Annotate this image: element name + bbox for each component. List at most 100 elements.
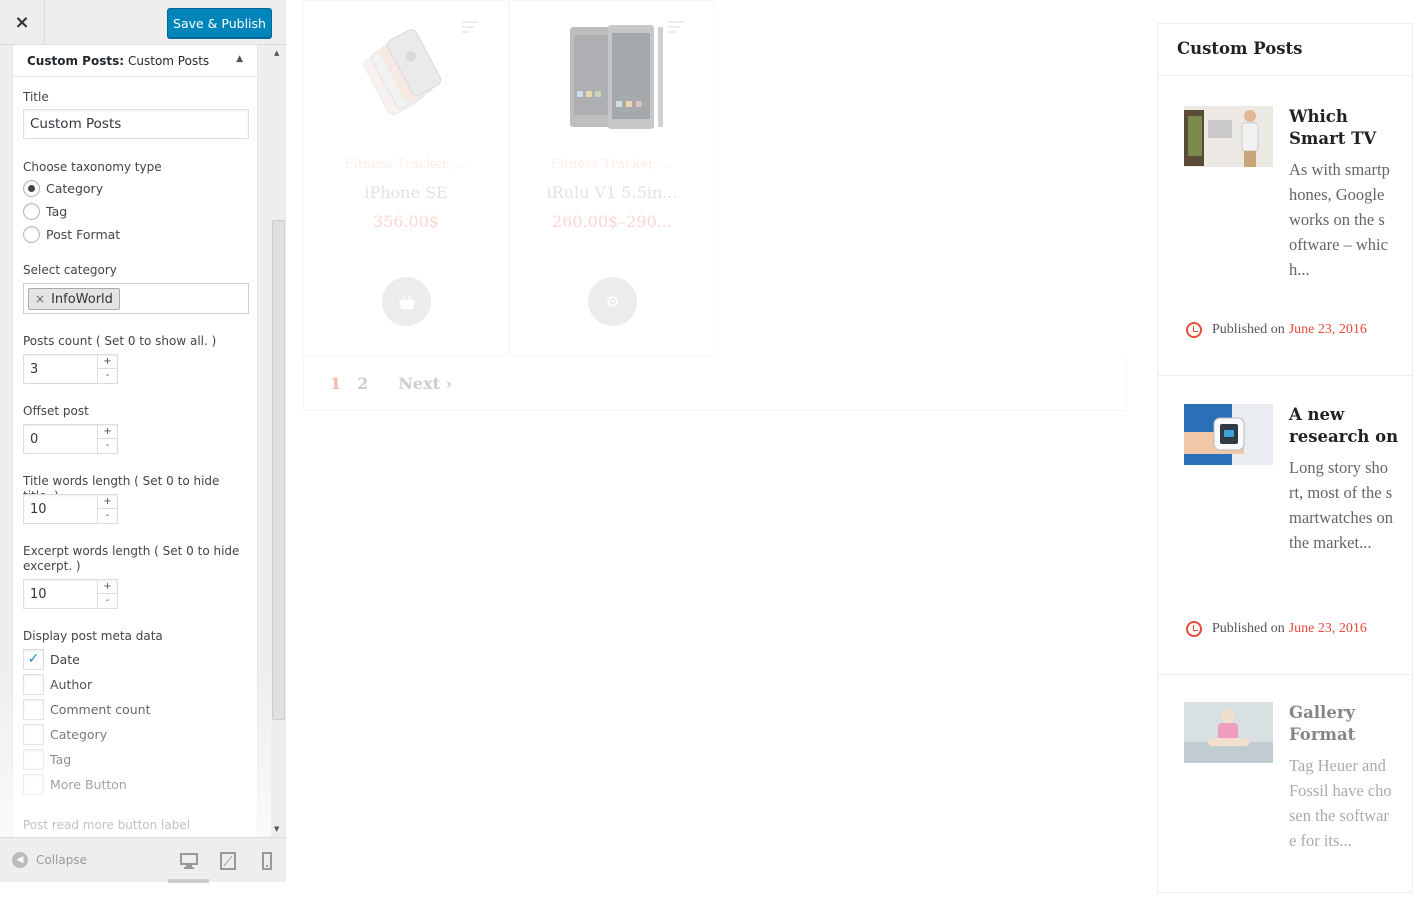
checkbox-label: Date	[50, 651, 80, 667]
title-input[interactable]: Custom Posts	[23, 109, 249, 139]
scroll-down-arrow-icon[interactable]: ▼	[274, 825, 279, 833]
radio-category[interactable]: Category	[23, 178, 103, 198]
increment-button[interactable]: +	[98, 425, 117, 439]
post-title[interactable]: A new research on	[1289, 404, 1399, 448]
checkbox[interactable]	[23, 748, 44, 770]
select-options-button[interactable]: ⚙	[588, 277, 637, 326]
meta-comment-count-option[interactable]: Comment count	[23, 698, 150, 720]
radio-button[interactable]	[23, 179, 40, 197]
scrollbar[interactable]: ▲ ▼	[271, 45, 286, 837]
decrement-button[interactable]: -	[98, 369, 117, 383]
product-card[interactable]: Fitness Tracker, ... iPhone SE 356.00$	[303, 0, 509, 356]
customizer-header: × Save & Publish	[0, 0, 286, 45]
radio-post-format[interactable]: Post Format	[23, 224, 120, 244]
excerpt-words-input[interactable]: 10 + -	[23, 579, 118, 609]
meta-category-option[interactable]: Category	[23, 723, 107, 745]
published-label: Published on	[1212, 621, 1285, 636]
section-title: Custom Posts	[128, 53, 210, 68]
post-thumbnail[interactable]	[1184, 404, 1273, 465]
product-image[interactable]	[344, 21, 469, 133]
stepper: + -	[97, 495, 117, 523]
radio-label: Tag	[46, 203, 68, 219]
post-thumbnail[interactable]	[1184, 106, 1273, 167]
collapse-button[interactable]: ◀ Collapse	[12, 852, 87, 868]
offset-input[interactable]: 0 + -	[23, 424, 118, 454]
meta-more-button-option[interactable]: More Button	[23, 773, 127, 795]
clock-icon	[1186, 621, 1202, 637]
remove-chip-icon[interactable]: ×	[35, 292, 45, 306]
increment-button[interactable]: +	[98, 355, 117, 369]
scrollbar-thumb[interactable]	[272, 220, 285, 720]
clock-icon	[1186, 322, 1202, 338]
decrement-button[interactable]: -	[98, 509, 117, 523]
stepper: + -	[97, 580, 117, 608]
meta-tag-option[interactable]: Tag	[23, 748, 71, 770]
title-label: Title	[23, 90, 49, 104]
next-page-link[interactable]: Next ›	[398, 374, 452, 393]
post-date[interactable]: June 23, 2016	[1289, 621, 1367, 637]
radio-button[interactable]	[23, 225, 40, 243]
sort-icon[interactable]	[462, 21, 478, 36]
mobile-icon[interactable]	[258, 852, 276, 870]
radio-label: Post Format	[46, 226, 121, 242]
radio-button[interactable]	[23, 202, 40, 220]
checkbox-label: Category	[50, 726, 108, 742]
checkbox[interactable]	[23, 723, 44, 745]
product-name[interactable]: iRulu V1 5.5in...	[510, 183, 714, 202]
product-name[interactable]: iPhone SE	[304, 183, 508, 202]
checkbox-label: Author	[50, 676, 93, 692]
widget-title: Custom Posts	[1158, 24, 1412, 76]
product-card[interactable]: Fitness Tracker, ... iRulu V1 5.5in... 2…	[509, 0, 715, 356]
post-excerpt: Tag Heuer and Fossil have chosen the sof…	[1289, 756, 1392, 850]
post-item: Gallery Format Tag Heuer and Fossil have…	[1158, 675, 1412, 905]
post-date[interactable]: June 23, 2016	[1289, 322, 1367, 338]
product-price: 260.00$–290...	[552, 212, 672, 231]
save-publish-button[interactable]: Save & Publish	[167, 8, 272, 38]
checkbox-checked[interactable]: ✓	[23, 648, 44, 670]
checkbox[interactable]	[23, 698, 44, 720]
product-category[interactable]: Fitness Tracker, ...	[510, 157, 714, 172]
basket-icon	[398, 294, 415, 309]
excerpt-words-label: Excerpt words length ( Set 0 to hide exc…	[23, 544, 240, 573]
radio-label: Category	[46, 180, 104, 196]
decrement-button[interactable]: -	[98, 594, 117, 608]
category-select[interactable]: × InfoWorld	[23, 283, 249, 314]
page-link-2[interactable]: 2	[357, 374, 368, 393]
device-active-indicator	[168, 879, 209, 883]
product-image[interactable]	[550, 21, 675, 133]
desktop-icon[interactable]	[180, 852, 198, 870]
title-words-input[interactable]: 10 + -	[23, 494, 118, 524]
sort-icon[interactable]	[668, 21, 684, 36]
radio-tag[interactable]: Tag	[23, 201, 67, 221]
post-meta: Published on June 23, 2016	[1186, 621, 1367, 637]
collapse-arrow-icon[interactable]: ▲	[236, 54, 243, 64]
posts-count-input[interactable]: 3 + -	[23, 354, 118, 384]
posts-count-value: 3	[30, 362, 39, 377]
customizer-footer: ◀ Collapse	[0, 837, 286, 883]
taxonomy-label: Choose taxonomy type	[23, 160, 162, 174]
close-icon[interactable]: ×	[0, 0, 45, 45]
increment-button[interactable]: +	[98, 580, 117, 594]
product-category[interactable]: Fitness Tracker, ...	[304, 157, 508, 172]
scroll-up-arrow-icon[interactable]: ▲	[274, 49, 279, 57]
increment-button[interactable]: +	[98, 495, 117, 509]
tablet-icon[interactable]	[219, 852, 237, 870]
post-title[interactable]: Which Smart TV	[1289, 106, 1399, 150]
site-preview: Fitness Tracker, ... iPhone SE 356.00$ F…	[287, 0, 1427, 893]
post-item: Which Smart TV As with smartphones, Goog…	[1158, 77, 1412, 376]
widget-section-header[interactable]: Custom Posts: Custom Posts ▲	[13, 45, 257, 77]
custom-posts-widget: Custom Posts Which Smart TV As with smar…	[1157, 23, 1413, 893]
post-thumbnail[interactable]	[1184, 702, 1273, 763]
checkbox[interactable]	[23, 773, 44, 795]
checkbox[interactable]	[23, 673, 44, 695]
meta-author-option[interactable]: Author	[23, 673, 92, 695]
stepper: + -	[97, 425, 117, 453]
product-price: 356.00$	[372, 212, 440, 231]
decrement-button[interactable]: -	[98, 439, 117, 453]
widget-form: Custom Posts: Custom Posts ▲ Title Custo…	[12, 45, 258, 837]
meta-date-option[interactable]: ✓ Date	[23, 648, 80, 670]
add-to-cart-button[interactable]	[382, 277, 431, 326]
select-category-label: Select category	[23, 263, 117, 277]
checkbox-label: Tag	[50, 751, 72, 767]
post-title[interactable]: Gallery Format	[1289, 702, 1399, 746]
